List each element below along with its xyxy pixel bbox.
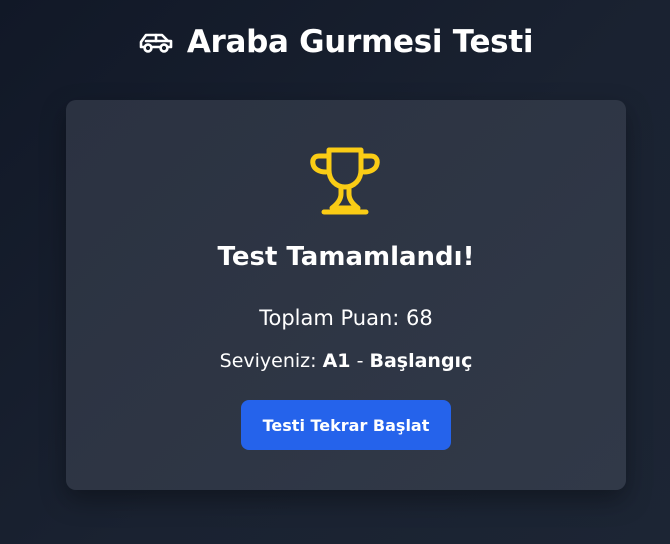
result-title: Test Tamamlandı! bbox=[217, 242, 475, 272]
result-card: Test Tamamlandı! Toplam Puan: 68 Seviyen… bbox=[66, 100, 626, 490]
level-label: Seviyeniz: bbox=[219, 350, 317, 372]
restart-test-button[interactable]: Testi Tekrar Başlat bbox=[241, 400, 451, 450]
score-value: 68 bbox=[406, 306, 433, 330]
level-separator: - bbox=[356, 350, 364, 372]
app-header: Araba Gurmesi Testi bbox=[0, 16, 670, 68]
page-title: Araba Gurmesi Testi bbox=[186, 24, 534, 60]
level-line: Seviyeniz: A1 - Başlangıç bbox=[66, 350, 626, 372]
total-score: Toplam Puan: 68 bbox=[66, 306, 626, 330]
score-label: Toplam Puan: bbox=[259, 306, 400, 330]
trophy-icon bbox=[310, 147, 380, 215]
level-name: Başlangıç bbox=[369, 350, 473, 372]
level-code: A1 bbox=[322, 350, 351, 372]
car-icon bbox=[139, 33, 173, 53]
